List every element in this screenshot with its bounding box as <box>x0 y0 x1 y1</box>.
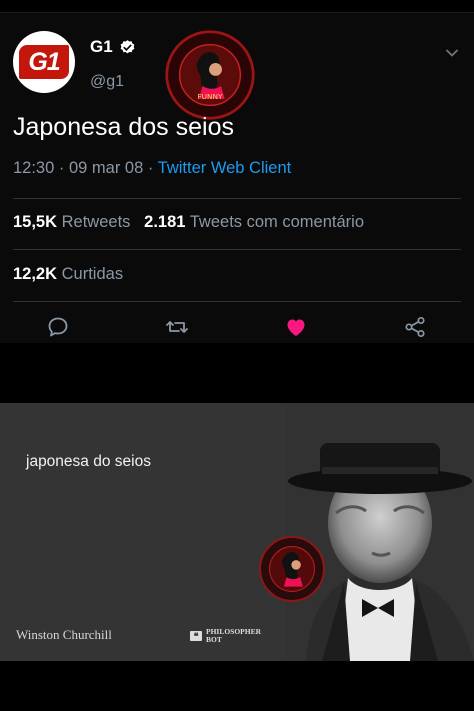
avatar[interactable]: G1 <box>13 31 75 93</box>
reply-icon[interactable] <box>46 315 70 339</box>
tweet-card: G1 G1 @g1 FUNNY Japonesa dos seios 12:30… <box>0 12 474 343</box>
tweet-meta: 12:30 · 09 mar 08 · Twitter Web Client <box>13 159 292 177</box>
quote-count: 2.181 <box>144 213 186 231</box>
quote-label: Tweets com comentário <box>189 213 364 231</box>
tweet-client-link[interactable]: Twitter Web Client <box>158 159 292 177</box>
tweet-text: Japonesa dos seios <box>13 113 234 141</box>
retweets-count: 15,5K <box>13 213 58 231</box>
share-icon[interactable] <box>403 315 427 339</box>
likes-count: 12,2K <box>13 265 58 283</box>
meme-author: Winston Churchill <box>16 627 112 642</box>
watermark-center-text: FUNNY <box>197 92 223 101</box>
handle[interactable]: @g1 <box>90 73 124 91</box>
divider <box>13 249 461 250</box>
likes-stats[interactable]: 12,2K Curtidas <box>13 265 123 284</box>
divider <box>13 198 461 199</box>
verified-badge-icon <box>120 39 135 53</box>
tweet-date: 09 mar 08 <box>68 159 144 177</box>
g1-logo: G1 <box>19 45 69 79</box>
retweet-icon[interactable] <box>165 315 189 339</box>
chevron-down-icon[interactable] <box>444 45 460 61</box>
portrait-photo <box>286 403 474 661</box>
divider <box>13 301 461 302</box>
meme-quote: japonesa do seios <box>26 453 151 470</box>
philosopher-bot-meme: japonesa do seios Winston Churchill ❝ PH… <box>0 403 474 661</box>
retweets-label: Retweets <box>61 213 131 231</box>
tweet-time: 12:30 <box>13 159 55 177</box>
philosopher-bot-logo: ❝ PHILOSOPHER BOT <box>190 628 261 644</box>
likes-label: Curtidas <box>61 265 124 283</box>
retweet-stats[interactable]: 15,5K Retweets 2.181 Tweets com comentár… <box>13 213 364 232</box>
brand-line-2: BOT <box>206 635 222 644</box>
watermark-stamp: FUNNY <box>165 30 255 120</box>
quote-mark-icon: ❝ <box>190 631 202 641</box>
author-name-row: G1 <box>90 37 136 57</box>
like-icon[interactable] <box>284 315 308 339</box>
watermark-stamp <box>259 536 325 602</box>
display-name[interactable]: G1 <box>90 37 113 57</box>
